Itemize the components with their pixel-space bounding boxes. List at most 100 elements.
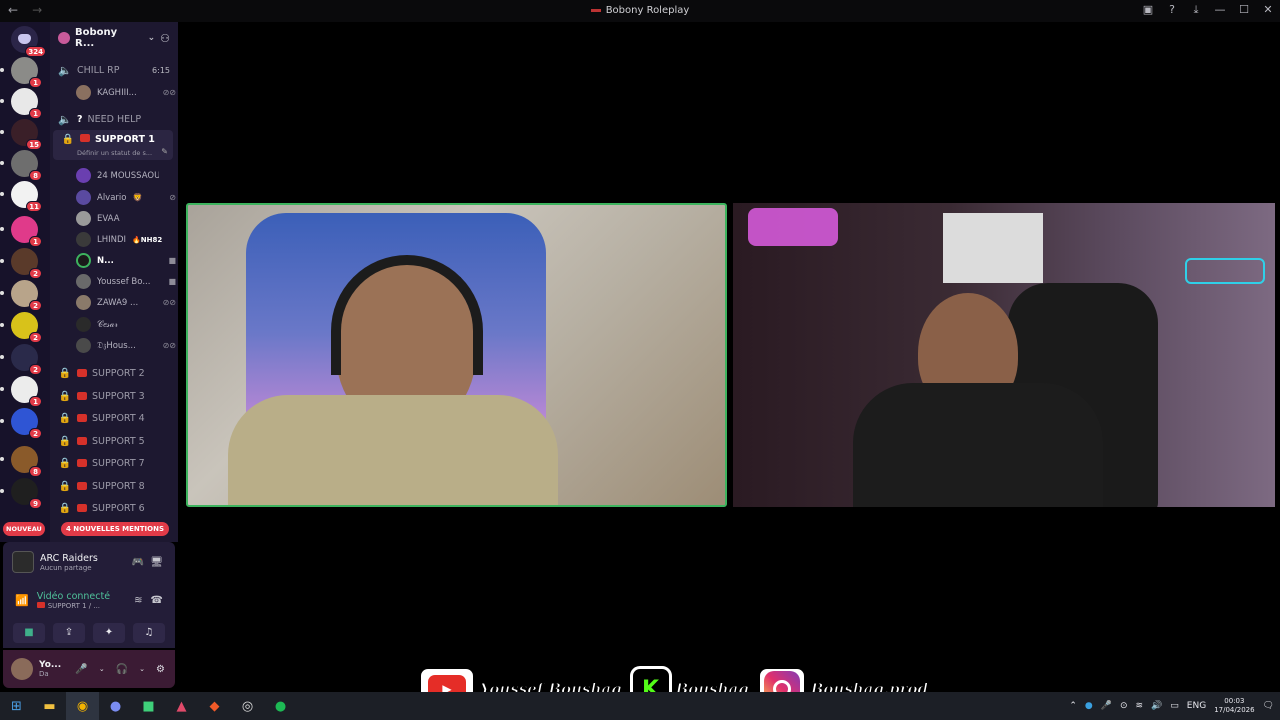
lock-icon: 🔒: [58, 367, 72, 379]
app-icon[interactable]: ■: [132, 692, 165, 720]
new-mentions-pill[interactable]: 4 NOUVELLES MENTIONS: [61, 522, 170, 536]
voice-user[interactable]: 𝒞𝑒𝓈𝒶𝓇: [76, 314, 176, 335]
voice-user[interactable]: N... ■: [76, 250, 176, 271]
voice-channel-need-help[interactable]: 🔈 ? NEED HELP: [50, 108, 178, 130]
gamepad-icon[interactable]: 🎮: [132, 557, 144, 568]
server-icon[interactable]: 2: [0, 280, 42, 311]
spotify-icon[interactable]: ●: [264, 692, 297, 720]
obs-icon[interactable]: ◎: [231, 692, 264, 720]
server-icon[interactable]: 8: [0, 446, 42, 477]
wifi-icon[interactable]: ≋: [1136, 701, 1144, 711]
language-indicator[interactable]: ENG: [1187, 701, 1206, 711]
server-icon[interactable]: 1: [0, 376, 42, 407]
voice-channel-support-6[interactable]: 🔒 SUPPORT 6: [50, 497, 178, 519]
signal-icon: 📶: [15, 593, 29, 607]
edit-pencil-icon[interactable]: ✎: [161, 147, 168, 156]
download-icon[interactable]: ⤓: [1190, 3, 1202, 17]
avatar: [76, 338, 91, 353]
noise-suppression-icon[interactable]: ≋: [134, 595, 142, 606]
battery-icon[interactable]: ▭: [1170, 701, 1179, 711]
chevron-down-icon: ⌄: [147, 33, 156, 43]
close-button[interactable]: ✕: [1262, 3, 1274, 17]
server-icon[interactable]: 8: [0, 150, 42, 181]
voice-channel-support-5[interactable]: 🔒 SUPPORT 5: [50, 430, 178, 452]
volume-icon[interactable]: 🔊: [1151, 701, 1162, 711]
video-tile[interactable]: [733, 203, 1275, 507]
muted-deafened-icon: ⊘⊘: [162, 341, 176, 350]
disconnect-icon[interactable]: ☎: [151, 595, 163, 606]
server-icon[interactable]: 11: [0, 181, 42, 212]
server-icon[interactable]: 15: [0, 119, 42, 150]
minimize-button[interactable]: —: [1214, 3, 1226, 17]
server-badge: 2: [29, 268, 42, 279]
chevron-up-icon[interactable]: ⌃: [1069, 701, 1077, 711]
server-badge: 1: [29, 236, 42, 247]
clock[interactable]: 00:03 17/04/2026: [1214, 697, 1254, 715]
file-explorer-icon[interactable]: ▬: [33, 692, 66, 720]
voice-user[interactable]: EVAA: [76, 208, 176, 229]
app-icon[interactable]: ▲: [165, 692, 198, 720]
edge-icon[interactable]: ●: [1085, 701, 1093, 711]
server-icon[interactable]: 1: [0, 57, 42, 88]
start-button[interactable]: ⊞: [0, 692, 33, 720]
voice-user[interactable]: 𝔇𝔷Hous... ⊘⊘: [76, 335, 176, 356]
maximize-button[interactable]: ☐: [1238, 3, 1250, 17]
direct-messages-button[interactable]: 324: [11, 26, 46, 57]
server-badge: 1: [29, 108, 42, 119]
voice-channel-chill-rp[interactable]: 🔈 CHILL RP 6:15: [50, 59, 178, 81]
gear-icon[interactable]: ⚙: [156, 664, 165, 675]
chevron-down-icon[interactable]: ⌄: [139, 665, 145, 673]
neon-sign: [1185, 258, 1265, 284]
voice-channel-support-7[interactable]: 🔒 SUPPORT 7: [50, 452, 178, 474]
server-badge: 2: [29, 300, 42, 311]
camera-button[interactable]: ■: [13, 623, 45, 643]
app-logo-icon: [590, 8, 601, 12]
activities-button[interactable]: ✦: [93, 623, 125, 643]
server-header[interactable]: Bobony R... ⌄ ⚇: [50, 22, 178, 54]
soundboard-button[interactable]: ♫: [133, 623, 165, 643]
voice-user[interactable]: KAGHIII... ⊘⊘: [76, 82, 176, 103]
voice-channel-support-2[interactable]: 🔒 SUPPORT 2: [50, 362, 178, 384]
microphone-icon[interactable]: 🎤: [75, 664, 87, 675]
help-icon[interactable]: ?: [1166, 3, 1178, 17]
avatar: [76, 168, 91, 183]
discord-taskbar-icon[interactable]: ●: [99, 692, 132, 720]
server-icon[interactable]: 2: [0, 312, 42, 343]
voice-status[interactable]: Vidéo connecté: [37, 591, 110, 602]
notification-icon[interactable]: 🗨: [1263, 701, 1274, 711]
dm-badge: 324: [25, 46, 46, 57]
headphones-icon[interactable]: 🎧: [116, 664, 128, 675]
server-icon[interactable]: 2: [0, 248, 42, 279]
voice-channel-link[interactable]: SUPPORT 1 / ...: [36, 601, 110, 610]
microphone-icon[interactable]: 🎤: [1101, 701, 1112, 711]
server-icon[interactable]: 2: [0, 408, 42, 439]
server-icon: [58, 32, 70, 44]
voice-user[interactable]: Alvario 🦁 ⊘: [76, 187, 176, 208]
server-badge: 8: [29, 170, 42, 181]
server-icon[interactable]: 9: [0, 478, 42, 509]
invite-people-icon[interactable]: ⚇: [160, 32, 170, 45]
voice-channel-support-1[interactable]: 🔒 SUPPORT 1 Définir un statut de s... ✎: [53, 130, 173, 160]
voice-user[interactable]: ZAWA9 ... ⊘⊘: [76, 292, 176, 313]
screen-share-icon[interactable]: ▣: [1142, 3, 1154, 17]
voice-user[interactable]: 24 MOUSSAOUI: [76, 165, 176, 186]
chevron-down-icon[interactable]: ⌄: [99, 665, 105, 673]
server-icon[interactable]: 2: [0, 344, 42, 375]
video-tile-speaking[interactable]: [186, 203, 727, 507]
new-pill[interactable]: NOUVEAU: [3, 522, 45, 536]
game-icon: [12, 551, 34, 573]
voice-channel-support-4[interactable]: 🔒 SUPPORT 4: [50, 407, 178, 429]
voice-user[interactable]: LHINDI 🔥NH82: [76, 229, 176, 250]
server-icon[interactable]: 1: [0, 88, 42, 119]
server-icon[interactable]: 1: [0, 216, 42, 247]
chrome-icon[interactable]: ◉: [66, 692, 99, 720]
location-icon[interactable]: ⊙: [1120, 701, 1128, 711]
brave-icon[interactable]: ◆: [198, 692, 231, 720]
stream-icon[interactable]: 🖥: [150, 557, 163, 568]
avatar[interactable]: [11, 658, 33, 680]
voice-channel-support-8[interactable]: 🔒 SUPPORT 8: [50, 475, 178, 497]
screen-share-button[interactable]: ⇪: [53, 623, 85, 643]
voice-user[interactable]: Youssef Bo... ■: [76, 271, 176, 292]
person-body: [228, 395, 558, 505]
voice-channel-support-3[interactable]: 🔒 SUPPORT 3: [50, 385, 178, 407]
